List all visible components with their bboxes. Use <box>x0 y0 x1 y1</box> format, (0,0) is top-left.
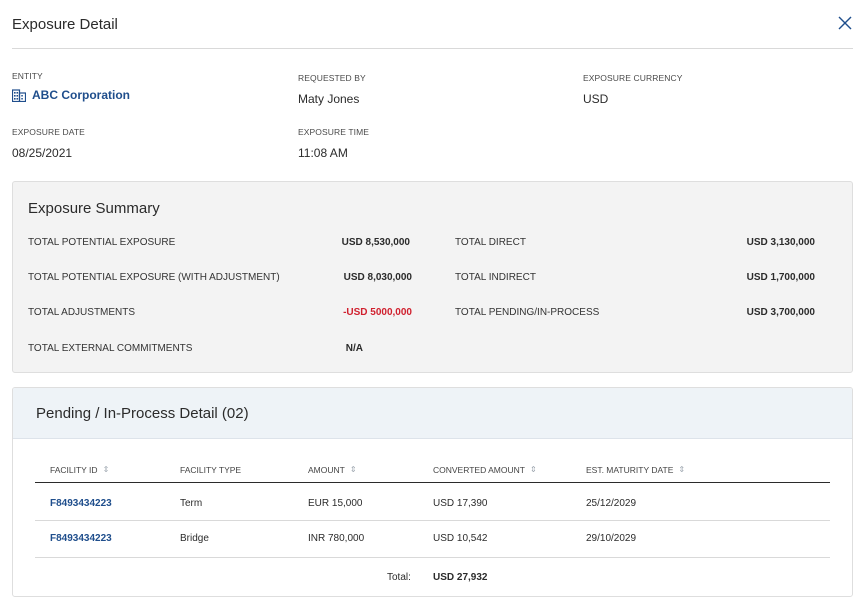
summary-left-value: USD 8,530,000 <box>341 237 410 248</box>
summary-left-value: -USD 5000,000 <box>343 307 412 318</box>
column-header-facility-id[interactable]: FACILITY ID ⇕ <box>50 465 109 475</box>
converted-amount-cell: USD 10,542 <box>433 533 488 544</box>
requested-by-value: Maty Jones <box>298 92 360 106</box>
facility-id-link[interactable]: F8493434223 <box>50 498 112 509</box>
summary-right-value: USD 3,130,000 <box>746 237 815 248</box>
summary-right-value: USD 1,700,000 <box>746 272 815 283</box>
close-icon[interactable] <box>837 15 853 31</box>
row-divider <box>35 557 830 558</box>
summary-left-value: N/A <box>345 343 363 354</box>
summary-left-label: TOTAL POTENTIAL EXPOSURE (WITH ADJUSTMEN… <box>28 272 280 283</box>
total-label: Total: <box>387 572 411 583</box>
summary-left-label: TOTAL EXTERNAL COMMITMENTS <box>28 343 193 354</box>
summary-left-label: TOTAL POTENTIAL EXPOSURE <box>28 237 176 248</box>
summary-left-value: USD 8,030,000 <box>343 272 412 283</box>
sort-icon: ⇕ <box>102 465 110 474</box>
sort-icon: ⇕ <box>529 465 537 474</box>
dialog-title: Exposure Detail <box>12 16 118 33</box>
entity-label: ENTITY <box>12 71 43 81</box>
summary-right-label: TOTAL PENDING/IN-PROCESS <box>455 307 600 318</box>
exposure-summary-panel: Exposure Summary TOTAL POTENTIAL EXPOSUR… <box>12 181 853 373</box>
column-label: AMOUNT <box>308 465 345 475</box>
column-label: CONVERTED AMOUNT <box>433 465 525 475</box>
converted-amount-cell: USD 17,390 <box>433 498 488 509</box>
exposure-time-label: EXPOSURE TIME <box>298 127 370 137</box>
maturity-date-cell: 29/10/2029 <box>586 533 637 544</box>
summary-right-label: TOTAL INDIRECT <box>455 272 536 283</box>
dialog-header: Exposure Detail <box>12 0 853 49</box>
row-divider <box>35 520 830 521</box>
pending-detail-panel: Pending / In-Process Detail (02) FACILIT… <box>12 387 853 597</box>
summary-left-label: TOTAL ADJUSTMENTS <box>28 307 136 318</box>
exposure-date-label: EXPOSURE DATE <box>12 127 85 137</box>
currency-value: USD <box>583 92 609 106</box>
column-label: FACILITY ID <box>50 465 98 475</box>
sort-icon: ⇕ <box>349 465 357 474</box>
maturity-date-cell: 25/12/2029 <box>586 498 637 509</box>
entity-link[interactable]: ABC Corporation <box>12 88 130 102</box>
summary-title: Exposure Summary <box>28 200 160 217</box>
amount-cell: EUR 15,000 <box>308 498 363 509</box>
total-value: USD 27,932 <box>433 572 488 583</box>
facility-type-cell: Bridge <box>180 533 209 544</box>
facility-type-cell: Term <box>180 498 203 509</box>
column-header-maturity-date[interactable]: EST. MATURITY DATE ⇕ <box>586 465 685 475</box>
column-label: EST. MATURITY DATE <box>586 465 674 475</box>
pending-detail-title: Pending / In-Process Detail (02) <box>36 405 249 422</box>
summary-right-value: USD 3,700,000 <box>746 307 815 318</box>
exposure-time-value: 11:08 AM <box>298 146 348 160</box>
amount-cell: INR 780,000 <box>308 533 365 544</box>
exposure-date-value: 08/25/2021 <box>12 146 73 160</box>
building-icon <box>12 88 26 102</box>
column-header-converted-amount[interactable]: CONVERTED AMOUNT ⇕ <box>433 465 537 475</box>
facility-id-link[interactable]: F8493434223 <box>50 533 112 544</box>
column-label: FACILITY TYPE <box>180 465 242 475</box>
currency-label: EXPOSURE CURRENCY <box>583 73 683 83</box>
column-header-facility-type: FACILITY TYPE <box>180 465 241 475</box>
summary-right-label: TOTAL DIRECT <box>455 237 526 248</box>
pending-detail-header: Pending / In-Process Detail (02) <box>13 388 852 439</box>
sort-icon: ⇕ <box>678 465 686 474</box>
entity-name: ABC Corporation <box>32 88 130 102</box>
requested-by-label: REQUESTED BY <box>298 73 366 83</box>
table-header-divider <box>35 482 830 483</box>
column-header-amount[interactable]: AMOUNT ⇕ <box>308 465 357 475</box>
